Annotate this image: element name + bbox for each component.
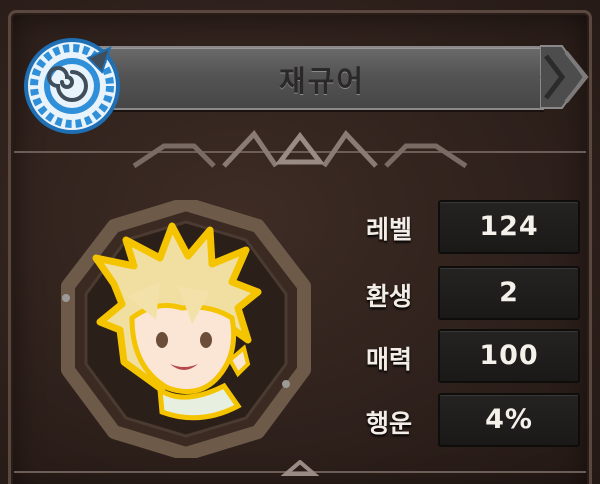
stat-value-level: 124 [479, 211, 539, 242]
stat-box-rebirth: 2 [438, 266, 580, 320]
stat-label-rebirth: 환생 [365, 282, 412, 311]
stat-label-charm: 매력 [365, 345, 412, 374]
character-portrait [61, 200, 311, 458]
stat-value-luck: 4% [485, 404, 533, 435]
stat-box-charm: 100 [438, 329, 580, 383]
stat-value-rebirth: 2 [499, 277, 519, 308]
stat-value-charm: 100 [479, 340, 539, 371]
character-name: 재규어 [278, 64, 366, 98]
ornament-divider-bottom [14, 460, 586, 476]
stat-label-luck: 행운 [365, 409, 412, 438]
stat-label-level: 레벨 [365, 215, 412, 244]
stat-box-level: 124 [438, 200, 580, 254]
double-chevron-right-icon [540, 45, 589, 109]
ornament-divider-top [14, 130, 586, 169]
spiral-compass-emblem-icon [24, 38, 120, 134]
stat-box-luck: 4% [438, 393, 580, 447]
character-info-panel: 재규어 레벨 124 환생 2 매력 100 행운 4% [0, 0, 600, 484]
